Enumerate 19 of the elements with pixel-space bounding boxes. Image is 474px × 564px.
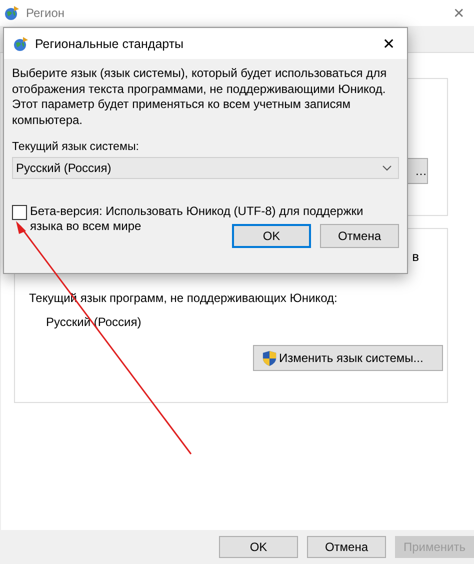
globe-icon [4,5,20,21]
language-dropdown[interactable]: Русский (Россия) [12,157,399,179]
globe-icon [13,36,29,52]
window-title: Регион [26,6,66,20]
dialog-button[interactable]: Отмена [307,536,386,558]
checkbox[interactable] [12,205,27,220]
shield-icon [262,350,277,366]
close-button[interactable]: ✕ [371,28,407,58]
value-text: Русский (Россия) [46,315,142,329]
label: Текущий язык системы: [12,140,140,153]
dialog-title: Региональные стандарты [35,36,185,50]
change-language-button[interactable]: Изменить язык системы... [253,345,443,371]
text-fragment: в [412,249,419,264]
close-button[interactable]: ✕ [444,0,474,26]
dialog-button[interactable]: OK [219,536,298,558]
chevron-down-icon [382,165,392,171]
dialog-button[interactable]: Отмена [320,224,399,248]
description: Выберите язык (язык системы), который будет использоваться для отображения текста программами, не поддерживающими Юникод. Этот параметр будет применяться ко всем учетным записям компьютера. [12,66,388,128]
dialog-button[interactable]: OK [232,224,311,248]
